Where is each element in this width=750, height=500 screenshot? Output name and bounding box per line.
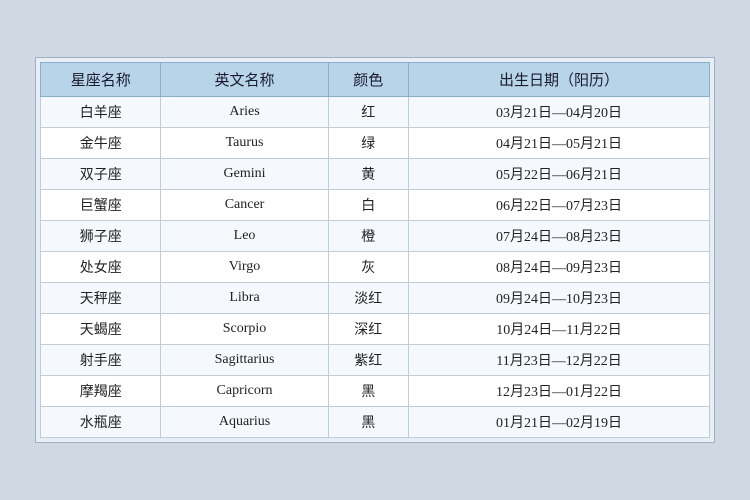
- cell-date: 06月22日—07月23日: [408, 190, 709, 221]
- zodiac-table: 星座名称 英文名称 颜色 出生日期（阳历） 白羊座Aries红03月21日—04…: [40, 62, 710, 438]
- cell-english-name: Taurus: [161, 128, 328, 159]
- table-row: 金牛座Taurus绿04月21日—05月21日: [41, 128, 710, 159]
- table-row: 白羊座Aries红03月21日—04月20日: [41, 97, 710, 128]
- cell-english-name: Capricorn: [161, 376, 328, 407]
- cell-english-name: Gemini: [161, 159, 328, 190]
- cell-color: 绿: [328, 128, 408, 159]
- cell-color: 红: [328, 97, 408, 128]
- cell-chinese-name: 摩羯座: [41, 376, 161, 407]
- cell-color: 黄: [328, 159, 408, 190]
- cell-color: 灰: [328, 252, 408, 283]
- cell-date: 10月24日—11月22日: [408, 314, 709, 345]
- table-row: 狮子座Leo橙07月24日—08月23日: [41, 221, 710, 252]
- cell-english-name: Scorpio: [161, 314, 328, 345]
- cell-date: 03月21日—04月20日: [408, 97, 709, 128]
- table-row: 巨蟹座Cancer白06月22日—07月23日: [41, 190, 710, 221]
- table-row: 射手座Sagittarius紫红11月23日—12月22日: [41, 345, 710, 376]
- cell-color: 黑: [328, 376, 408, 407]
- cell-color: 紫红: [328, 345, 408, 376]
- table-row: 天秤座Libra淡红09月24日—10月23日: [41, 283, 710, 314]
- cell-date: 04月21日—05月21日: [408, 128, 709, 159]
- cell-chinese-name: 双子座: [41, 159, 161, 190]
- cell-english-name: Leo: [161, 221, 328, 252]
- cell-color: 黑: [328, 407, 408, 438]
- cell-chinese-name: 巨蟹座: [41, 190, 161, 221]
- cell-chinese-name: 射手座: [41, 345, 161, 376]
- cell-chinese-name: 金牛座: [41, 128, 161, 159]
- cell-date: 05月22日—06月21日: [408, 159, 709, 190]
- header-date: 出生日期（阳历）: [408, 63, 709, 97]
- cell-english-name: Libra: [161, 283, 328, 314]
- table-row: 处女座Virgo灰08月24日—09月23日: [41, 252, 710, 283]
- cell-chinese-name: 水瓶座: [41, 407, 161, 438]
- table-row: 天蝎座Scorpio深红10月24日—11月22日: [41, 314, 710, 345]
- table-row: 摩羯座Capricorn黑12月23日—01月22日: [41, 376, 710, 407]
- table-header-row: 星座名称 英文名称 颜色 出生日期（阳历）: [41, 63, 710, 97]
- cell-chinese-name: 处女座: [41, 252, 161, 283]
- cell-date: 09月24日—10月23日: [408, 283, 709, 314]
- cell-date: 07月24日—08月23日: [408, 221, 709, 252]
- cell-english-name: Aquarius: [161, 407, 328, 438]
- cell-color: 橙: [328, 221, 408, 252]
- cell-english-name: Sagittarius: [161, 345, 328, 376]
- header-english-name: 英文名称: [161, 63, 328, 97]
- cell-english-name: Virgo: [161, 252, 328, 283]
- header-color: 颜色: [328, 63, 408, 97]
- zodiac-table-container: 星座名称 英文名称 颜色 出生日期（阳历） 白羊座Aries红03月21日—04…: [35, 57, 715, 443]
- cell-date: 01月21日—02月19日: [408, 407, 709, 438]
- header-chinese-name: 星座名称: [41, 63, 161, 97]
- cell-date: 11月23日—12月22日: [408, 345, 709, 376]
- table-row: 双子座Gemini黄05月22日—06月21日: [41, 159, 710, 190]
- cell-english-name: Cancer: [161, 190, 328, 221]
- cell-date: 12月23日—01月22日: [408, 376, 709, 407]
- cell-date: 08月24日—09月23日: [408, 252, 709, 283]
- cell-chinese-name: 天蝎座: [41, 314, 161, 345]
- cell-color: 白: [328, 190, 408, 221]
- table-row: 水瓶座Aquarius黑01月21日—02月19日: [41, 407, 710, 438]
- cell-chinese-name: 白羊座: [41, 97, 161, 128]
- cell-color: 深红: [328, 314, 408, 345]
- cell-chinese-name: 天秤座: [41, 283, 161, 314]
- cell-chinese-name: 狮子座: [41, 221, 161, 252]
- cell-color: 淡红: [328, 283, 408, 314]
- cell-english-name: Aries: [161, 97, 328, 128]
